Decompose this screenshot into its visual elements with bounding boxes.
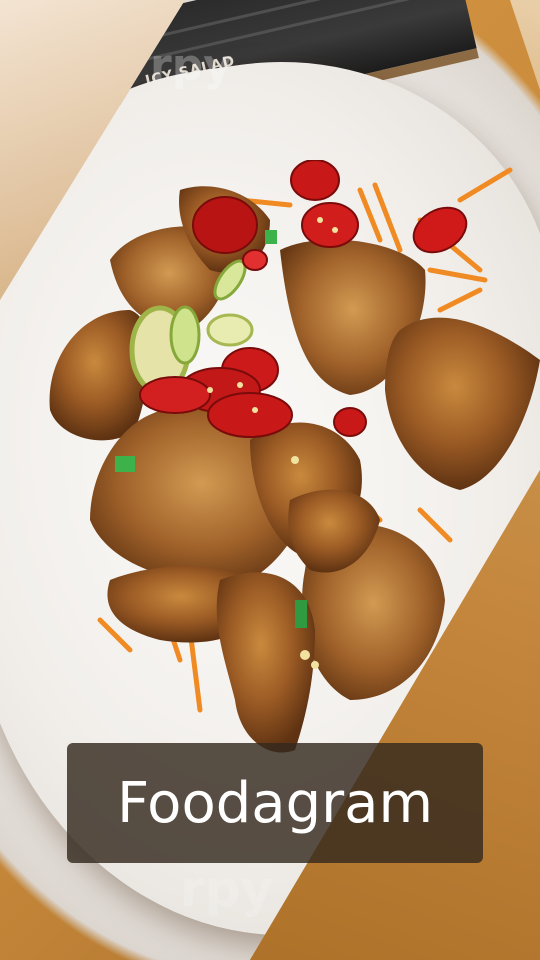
green-onion-bit — [115, 456, 135, 472]
chili-slice — [412, 206, 468, 254]
fried-piece — [385, 317, 540, 490]
carrot-shred — [417, 507, 453, 543]
story-canvas: ICY SALAD — [0, 0, 540, 960]
carrot-shred — [457, 167, 513, 203]
carrot-shred — [437, 287, 483, 313]
chili-slice — [290, 160, 340, 201]
caption-text: Foodagram — [116, 770, 434, 836]
watermark-bottom: rpy — [180, 860, 274, 918]
green-onion-slice — [169, 305, 201, 365]
fried-piece — [216, 572, 315, 753]
green-onion-bit — [295, 600, 307, 628]
chili-slice — [139, 376, 211, 414]
caption-box: Foodagram — [67, 743, 483, 863]
green-onion-bit — [265, 230, 277, 244]
green-onion-slice — [206, 313, 254, 347]
chili-slice — [242, 249, 268, 271]
watermark-top: rpy — [150, 40, 232, 91]
chili-slice — [207, 392, 293, 438]
carrot-shred — [357, 187, 383, 243]
carrot-shred — [427, 267, 488, 283]
chili-slice — [301, 202, 359, 248]
chili-slice — [333, 407, 367, 437]
chili-slice — [192, 196, 258, 254]
